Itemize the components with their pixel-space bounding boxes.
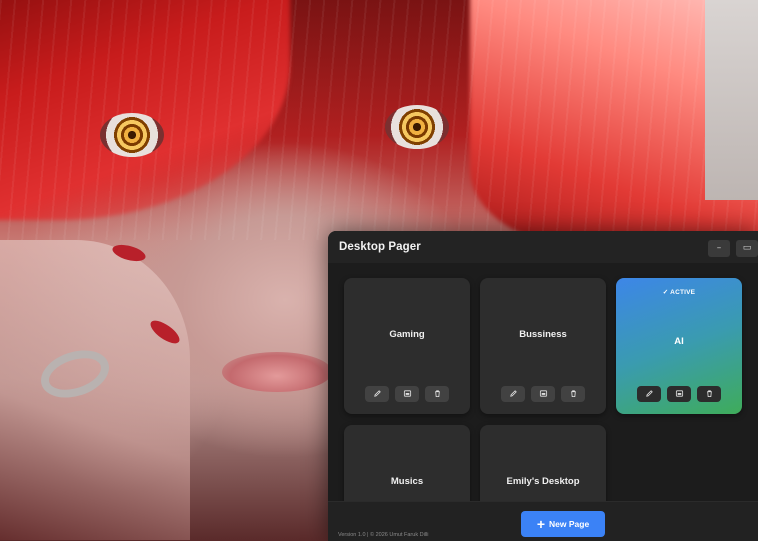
wallpaper-lips bbox=[222, 352, 332, 392]
open-icon bbox=[403, 385, 412, 403]
delete-button[interactable] bbox=[561, 386, 585, 402]
footer: + New Page Version 1.0 | © 2026 Umut Far… bbox=[328, 501, 758, 541]
page-card-ai[interactable]: ✓ ACTIVE AI bbox=[616, 278, 742, 414]
delete-button[interactable] bbox=[697, 386, 721, 402]
edit-button[interactable] bbox=[501, 386, 525, 402]
wallpaper-eye-right bbox=[385, 105, 449, 149]
open-icon bbox=[539, 385, 548, 403]
new-page-label: New Page bbox=[549, 519, 590, 529]
version-text: Version 1.0 | © 2026 Umut Faruk Dilli bbox=[338, 532, 429, 538]
card-actions bbox=[616, 386, 742, 402]
open-button[interactable] bbox=[395, 386, 419, 402]
wallpaper-eye-left bbox=[100, 113, 164, 157]
page-name: Gaming bbox=[389, 329, 425, 340]
pages-grid: Gaming Bussiness ✓ ACTIVE AI Musics Emil… bbox=[328, 263, 758, 501]
edit-button[interactable] bbox=[365, 386, 389, 402]
edit-icon bbox=[509, 385, 518, 403]
title-bar[interactable]: Desktop Pager – ▭ bbox=[328, 231, 758, 263]
edit-icon bbox=[373, 385, 382, 403]
page-card-bussiness[interactable]: Bussiness bbox=[480, 278, 606, 414]
window-title: Desktop Pager bbox=[339, 241, 421, 253]
wallpaper-chain bbox=[705, 0, 758, 200]
open-button[interactable] bbox=[667, 386, 691, 402]
card-actions bbox=[344, 386, 470, 402]
edit-icon bbox=[645, 385, 654, 403]
delete-icon bbox=[705, 385, 714, 403]
page-name: AI bbox=[674, 336, 684, 347]
delete-icon bbox=[569, 385, 578, 403]
minimize-button[interactable]: – bbox=[708, 239, 730, 257]
desktop-pager-window: Desktop Pager – ▭ Gaming Bussiness ✓ ACT… bbox=[328, 231, 758, 541]
page-card-emilys-desktop[interactable]: Emily's Desktop bbox=[480, 425, 606, 501]
delete-button[interactable] bbox=[425, 386, 449, 402]
open-icon bbox=[675, 385, 684, 403]
active-badge: ✓ ACTIVE bbox=[662, 289, 696, 296]
plus-icon: + bbox=[536, 515, 546, 532]
page-card-gaming[interactable]: Gaming bbox=[344, 278, 470, 414]
new-page-button[interactable]: + New Page bbox=[521, 511, 605, 537]
page-card-musics[interactable]: Musics bbox=[344, 425, 470, 501]
open-button[interactable] bbox=[531, 386, 555, 402]
wallpaper-hand bbox=[0, 240, 190, 540]
page-name: Musics bbox=[390, 476, 424, 487]
maximize-button[interactable]: ▭ bbox=[736, 239, 758, 257]
delete-icon bbox=[433, 385, 442, 403]
page-name: Emily's Desktop bbox=[506, 476, 580, 487]
window-controls: – ▭ bbox=[708, 239, 758, 257]
edit-button[interactable] bbox=[637, 386, 661, 402]
page-name: Bussiness bbox=[519, 329, 567, 340]
card-actions bbox=[480, 386, 606, 402]
